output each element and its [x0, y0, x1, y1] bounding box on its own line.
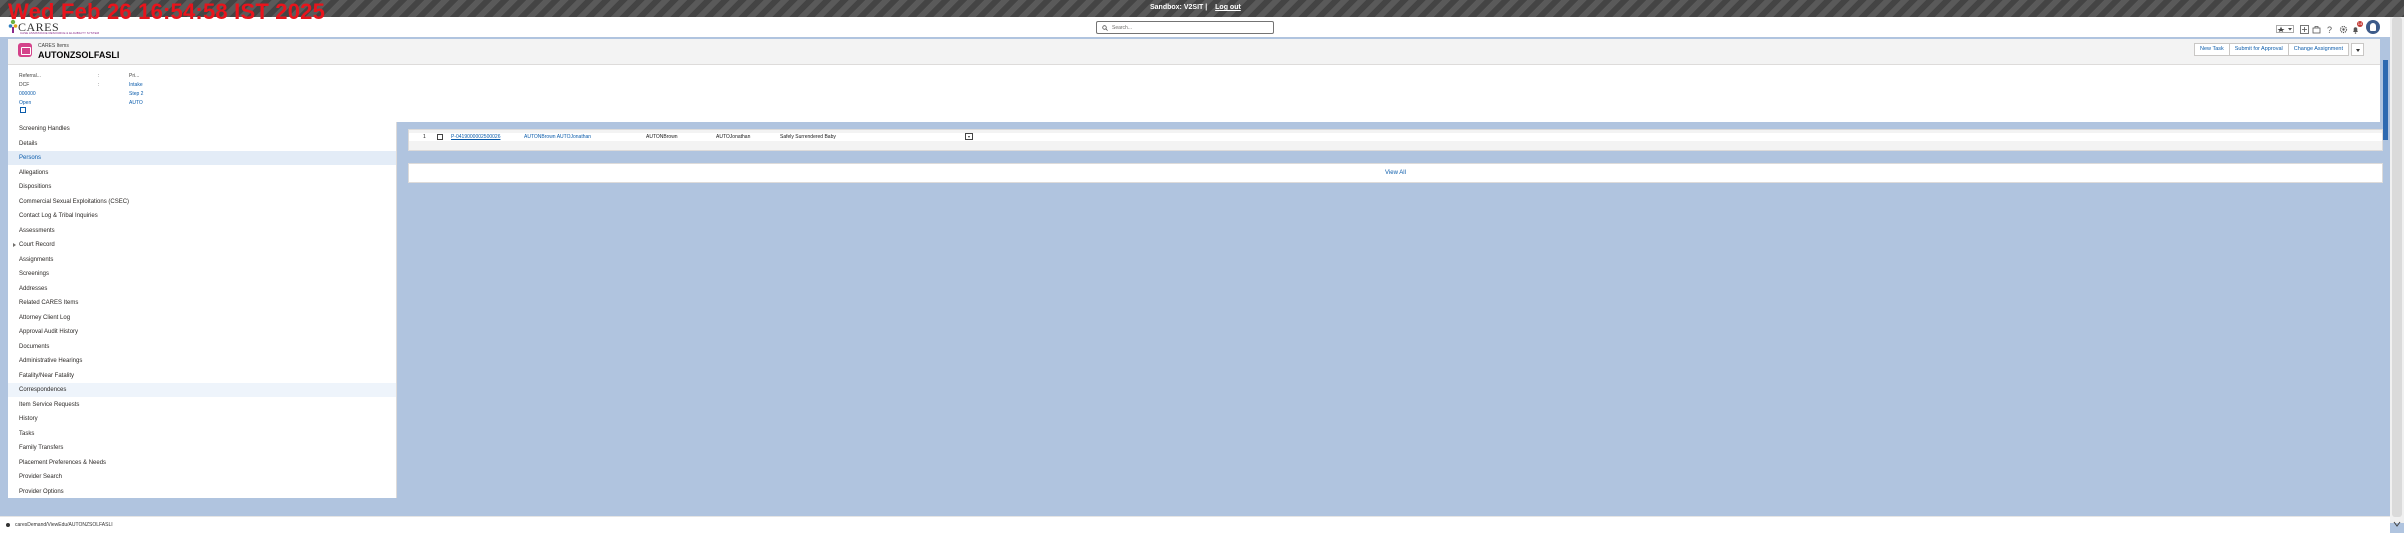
nav-item-allegations[interactable]: Allegations — [8, 166, 396, 180]
highlights-col-2: : : — [98, 72, 99, 90]
scrollbar-thumb[interactable] — [2392, 17, 2402, 517]
nav-item-related-cares-items[interactable]: Related CARES Items — [8, 296, 396, 310]
help-icon[interactable]: ? — [2325, 25, 2334, 34]
nav-item-provider-options[interactable]: Provider Options — [8, 485, 396, 499]
person-role: Safely Surrendered Baby — [780, 134, 836, 140]
separator-2: : — [98, 82, 100, 88]
scroll-down-icon[interactable] — [2393, 520, 2401, 528]
nav-item-details[interactable]: Details — [8, 137, 396, 151]
notification-count-badge: 14 — [2357, 21, 2363, 27]
scroll-up-icon[interactable] — [2393, 4, 2401, 12]
search-icon — [1102, 25, 1108, 31]
table-row[interactable]: 1 P-0419000002500026 AUTONBrown AUTOJona… — [409, 133, 2382, 141]
persons-related-list: 1 P-0419000002500026 AUTONBrown AUTOJona… — [408, 129, 2383, 151]
nav-item-placement-preferences[interactable]: Placement Preferences & Needs — [8, 456, 396, 470]
nav-item-assessments[interactable]: Assessments — [8, 224, 396, 238]
nav-item-fatality[interactable]: Fatality/Near Fatality — [8, 369, 396, 383]
nav-item-screening-handles[interactable]: Screening Handles — [8, 122, 396, 136]
nav-item-tasks[interactable]: Tasks — [8, 427, 396, 441]
nav-item-approval-audit-history[interactable]: Approval Audit History — [8, 325, 396, 339]
related-lists-nav: Screening Handles Details Persons Allega… — [8, 122, 397, 498]
new-task-button[interactable]: New Task — [2194, 43, 2230, 56]
logout-link[interactable]: Log out — [1215, 4, 1241, 11]
browser-status-bar: caresDemand/ViewEdu/AUTONZSOLFASLI — [0, 516, 2390, 533]
record-header: CARES Items AUTONZSOLFASLI New Task Subm… — [8, 39, 2380, 65]
utility-edge-tab[interactable] — [2383, 60, 2388, 140]
row-select-checkbox[interactable] — [437, 134, 443, 140]
timestamp-overlay: Wed Feb 26 16:54:58 IST 2025 — [8, 0, 326, 24]
change-assignment-button[interactable]: Change Assignment — [2288, 43, 2349, 56]
nav-item-addresses[interactable]: Addresses — [8, 282, 396, 296]
nav-item-item-service-requests[interactable]: Item Service Requests — [8, 398, 396, 412]
nav-item-history[interactable]: History — [8, 412, 396, 426]
intake-value: Intake — [129, 82, 143, 88]
row-number: 1 — [423, 134, 426, 140]
nav-item-administrative-hearings[interactable]: Administrative Hearings — [8, 354, 396, 368]
person-last: AUTOJonathan — [716, 134, 751, 140]
referral-number-link[interactable]: 000000 — [19, 90, 41, 99]
record-type-icon — [18, 43, 32, 57]
trailhead-icon[interactable] — [2312, 25, 2321, 34]
highlights-panel: Referral... DCF 000000 Open : : Pri... I… — [8, 65, 2380, 122]
submit-for-approval-button[interactable]: Submit for Approval — [2229, 43, 2289, 56]
record-type-label: CARES Items — [38, 43, 69, 49]
status-url: caresDemand/ViewEdu/AUTONZSOLFASLI — [15, 522, 113, 528]
setup-gear-icon[interactable] — [2339, 25, 2348, 34]
highlights-col-1: Referral... DCF 000000 Open — [19, 72, 41, 108]
svg-text:?: ? — [2327, 25, 2332, 34]
auto-value: AUTO — [129, 100, 143, 106]
person-id-link[interactable]: P-0419000002500026 — [451, 133, 501, 141]
nav-item-family-transfers[interactable]: Family Transfers — [8, 441, 396, 455]
separator-1: : — [98, 73, 100, 79]
global-actions-icon[interactable] — [2300, 25, 2309, 34]
nav-item-court-record-row[interactable]: Court Record — [8, 238, 396, 252]
nav-item-csec[interactable]: Commercial Sexual Exploitations (CSEC) — [8, 195, 396, 209]
person-name: AUTONBrown AUTOJonathan — [524, 134, 592, 140]
user-avatar[interactable] — [2366, 20, 2380, 34]
row-action-menu[interactable] — [965, 133, 973, 140]
view-all-link[interactable]: View All — [1385, 170, 1406, 176]
referral-label: Referral... — [19, 73, 41, 79]
nav-item-correspondences[interactable]: Correspondences — [8, 383, 396, 397]
record-title: AUTONZSOLFASLI — [38, 50, 120, 60]
view-all-footer: View All — [408, 163, 2383, 183]
agency-value: DCF — [19, 82, 30, 88]
record-actions: New Task Submit for Approval Change Assi… — [2194, 43, 2364, 56]
person-first: AUTONBrown — [646, 134, 678, 140]
nav-item-contact-log[interactable]: Contact Log & Tribal Inquiries — [8, 209, 396, 223]
global-header: CARES CASE ASSISTANCE RESOURCE & ELIGIBI… — [0, 17, 2390, 37]
sandbox-label: Sandbox: V2SIT | Log out — [1150, 4, 1241, 11]
nav-item-dispositions[interactable]: Dispositions — [8, 180, 396, 194]
highlights-col-3: Pri... Intake Step 2 AUTO — [129, 72, 143, 108]
nav-item-provider-search[interactable]: Provider Search — [8, 470, 396, 484]
nav-item-assignments[interactable]: Assignments — [8, 253, 396, 267]
logo-subtext: CASE ASSISTANCE RESOURCE & ELIGIBILITY S… — [20, 31, 100, 35]
search-placeholder: Search... — [1112, 25, 1133, 31]
global-search-input[interactable]: Search... — [1096, 21, 1274, 34]
edit-highlights-icon[interactable] — [20, 107, 26, 113]
nav-item-attorney-client-log[interactable]: Attorney Client Log — [8, 311, 396, 325]
priority-label: Pri... — [129, 73, 140, 79]
nav-item-documents[interactable]: Documents — [8, 340, 396, 354]
step-value: Step 2 — [129, 91, 144, 97]
sandbox-name: Sandbox: V2SIT | — [1150, 4, 1208, 11]
nav-item-persons[interactable]: Persons — [8, 151, 396, 165]
status-dot-icon — [6, 523, 10, 527]
nav-item-court-record[interactable]: Court Record — [8, 238, 396, 252]
nav-item-screenings[interactable]: Screenings — [8, 267, 396, 281]
favorites-icon[interactable] — [2276, 25, 2294, 33]
more-actions-button[interactable] — [2351, 43, 2364, 56]
